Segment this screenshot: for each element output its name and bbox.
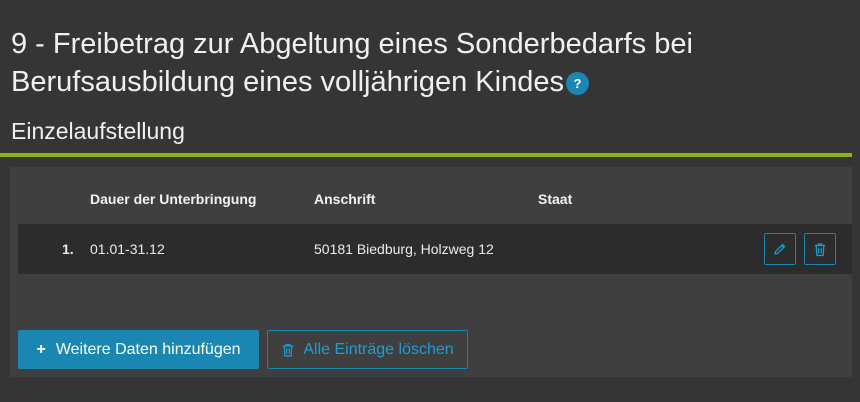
section-title: Einzelaufstellung — [11, 118, 185, 144]
page-title-text: 9 - Freibetrag zur Abgeltung eines Sonde… — [11, 28, 693, 99]
page-title: 9 - Freibetrag zur Abgeltung eines Sonde… — [11, 25, 851, 101]
help-icon[interactable]: ? — [565, 72, 589, 96]
entries-panel: Dauer der Unterbringung Anschrift Staat … — [10, 167, 852, 377]
row-address: 50181 Biedburg, Holzweg 12 — [314, 241, 494, 257]
trash-icon — [283, 343, 294, 357]
column-header-country: Staat — [538, 191, 573, 207]
row-number: 1. — [62, 241, 74, 257]
delete-all-button[interactable]: Alle Einträge löschen — [267, 330, 468, 369]
section-divider — [0, 153, 852, 157]
delete-entry-button[interactable] — [804, 233, 836, 265]
table-row: 1. 01.01-31.12 50181 Biedburg, Holzweg 1… — [18, 224, 852, 274]
column-header-duration: Dauer der Unterbringung — [90, 191, 257, 207]
pencil-icon — [774, 243, 786, 255]
column-header-address: Anschrift — [314, 191, 376, 207]
row-duration: 01.01-31.12 — [90, 241, 165, 257]
delete-all-label: Alle Einträge löschen — [303, 340, 454, 358]
add-entry-button[interactable]: + Weitere Daten hinzufügen — [18, 330, 259, 369]
plus-icon: + — [36, 340, 46, 358]
trash-icon — [815, 242, 825, 256]
add-entry-label: Weitere Daten hinzufügen — [55, 340, 241, 358]
edit-entry-button[interactable] — [764, 233, 796, 265]
